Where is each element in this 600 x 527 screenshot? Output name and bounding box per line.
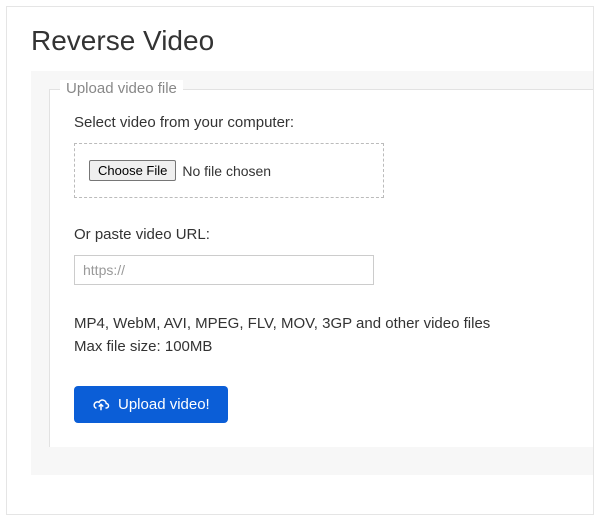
url-section: Or paste video URL: xyxy=(74,226,569,285)
maxsize-text: Max file size: 100MB xyxy=(74,336,569,359)
fieldset-legend: Upload video file xyxy=(60,80,183,97)
formats-text: MP4, WebM, AVI, MPEG, FLV, MOV, 3GP and … xyxy=(74,313,569,336)
info-text: MP4, WebM, AVI, MPEG, FLV, MOV, 3GP and … xyxy=(74,313,569,358)
file-status-text: No file chosen xyxy=(182,163,271,179)
upload-fieldset: Upload video file Select video from your… xyxy=(49,89,593,447)
file-drop-zone[interactable]: Choose File No file chosen xyxy=(74,143,384,198)
upload-video-button[interactable]: Upload video! xyxy=(74,386,228,423)
cloud-upload-icon xyxy=(92,398,110,412)
video-url-input[interactable] xyxy=(74,255,374,285)
url-label: Or paste video URL: xyxy=(74,226,569,243)
choose-file-button[interactable]: Choose File xyxy=(89,160,176,181)
select-file-label: Select video from your computer: xyxy=(74,114,569,131)
upload-panel: Upload video file Select video from your… xyxy=(31,71,593,475)
page-title: Reverse Video xyxy=(7,7,593,71)
page-container: Reverse Video Upload video file Select v… xyxy=(6,6,594,515)
upload-button-label: Upload video! xyxy=(118,396,210,413)
